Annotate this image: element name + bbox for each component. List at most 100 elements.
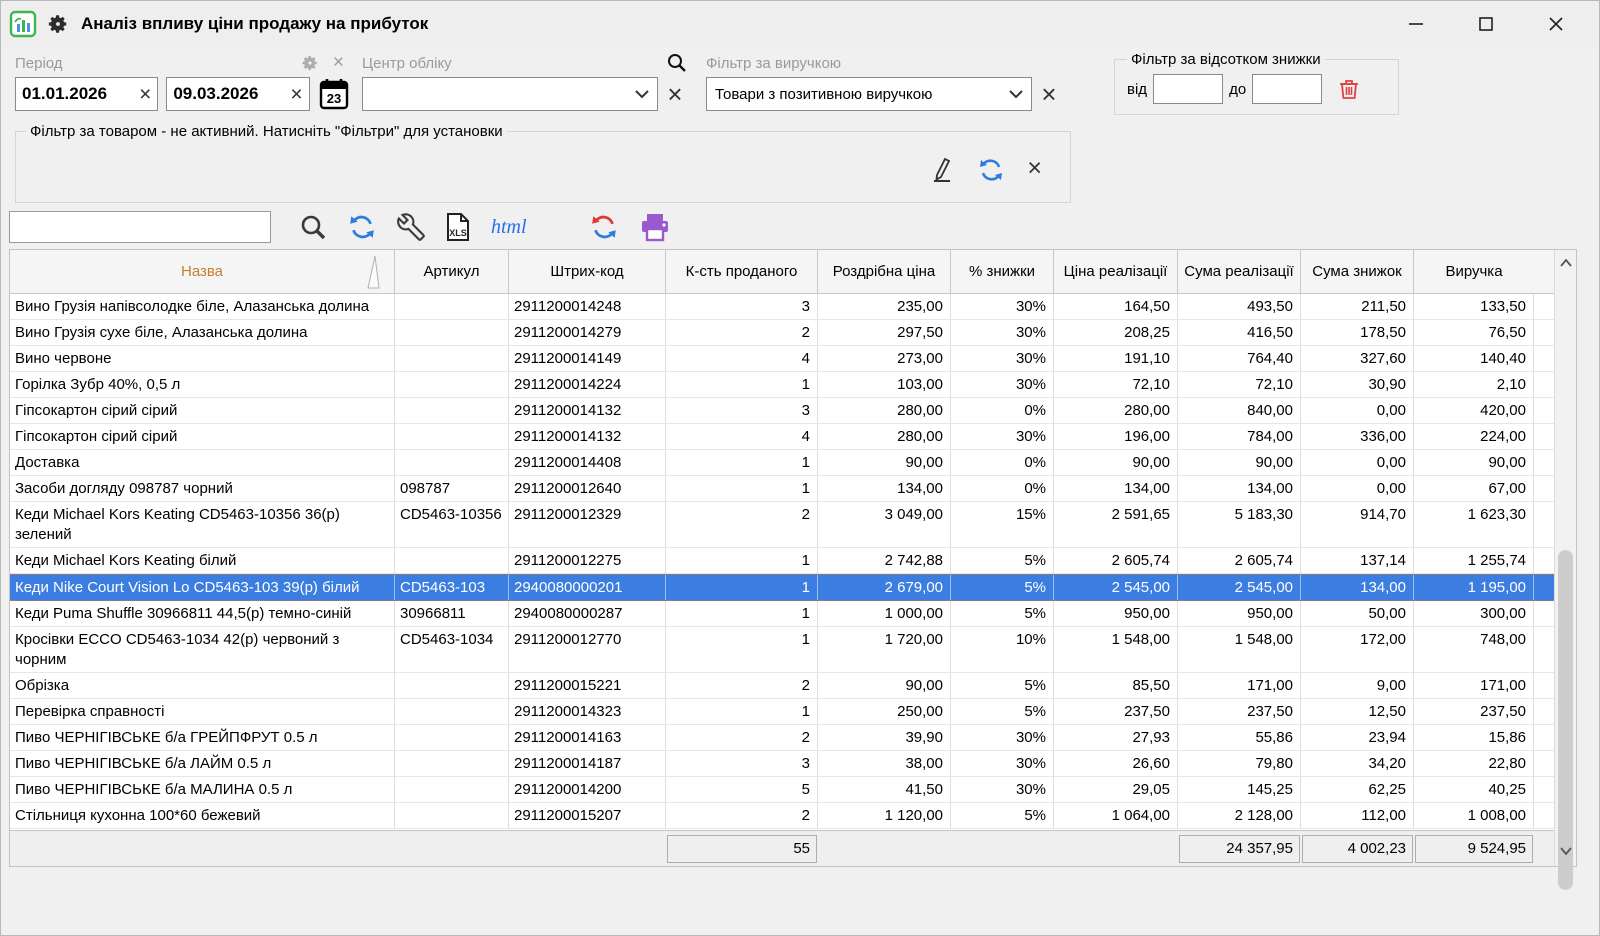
cell: 30% (951, 751, 1054, 776)
cell: 250,00 (818, 699, 951, 724)
cell: 2940080000287 (509, 601, 666, 626)
wrench-settings-icon[interactable] (397, 213, 425, 241)
column-header-barcode[interactable]: Штрих-код (509, 250, 666, 293)
cell: 0% (951, 450, 1054, 475)
column-header-sale-sum[interactable]: Сума реалізації (1178, 250, 1301, 293)
table-row[interactable]: Пиво ЧЕРНІГІВСЬКЕ б/а ЛАЙМ 0.5 л29112000… (10, 751, 1556, 777)
column-header-discount-pct[interactable]: % знижки (951, 250, 1054, 293)
cell: 2 (666, 803, 818, 828)
accounting-center-clear-icon[interactable]: × (658, 81, 692, 107)
maximize-button[interactable] (1451, 4, 1521, 44)
minimize-button[interactable] (1381, 4, 1451, 44)
revenue-filter-clear-icon[interactable]: × (1032, 81, 1066, 107)
cell: Обрізка (10, 673, 395, 698)
period-clear-icon[interactable]: × (333, 52, 344, 74)
edit-pencil-icon[interactable] (929, 156, 955, 184)
grid-body: Вино Грузія напівсолодке біле, Алазанськ… (10, 294, 1556, 829)
export-xls-icon[interactable]: XLS (445, 212, 471, 242)
date-from-clear-icon[interactable]: × (139, 84, 151, 105)
calendar-icon: 23 (319, 78, 349, 110)
column-header-qty[interactable]: К-сть проданого (666, 250, 818, 293)
cell: Кеди Michael Kors Keating білий (10, 548, 395, 573)
cell: 30966811 (395, 601, 509, 626)
cell: 72,10 (1178, 372, 1301, 397)
table-row[interactable]: Гіпсокартон сірий сірий29112000141323280… (10, 398, 1556, 424)
cell: 29,05 (1054, 777, 1178, 802)
cell: 098787 (395, 476, 509, 501)
table-row[interactable]: Вино червоне29112000141494273,0030%191,1… (10, 346, 1556, 372)
cell: Гіпсокартон сірий сірий (10, 424, 395, 449)
grid-header: Назва Артикул Штрих-код К-сть проданого … (10, 250, 1556, 294)
cell: 840,00 (1178, 398, 1301, 423)
cell: 2911200012640 (509, 476, 666, 501)
cell: 2 605,74 (1054, 548, 1178, 573)
column-header-retail-price[interactable]: Роздрібна ціна (818, 250, 951, 293)
cell: 297,50 (818, 320, 951, 345)
table-row[interactable]: Пиво ЧЕРНІГІВСЬКЕ б/а ГРЕЙПФРУТ 0.5 л291… (10, 725, 1556, 751)
cell: 748,00 (1414, 627, 1534, 672)
page-title: Аналіз впливу ціни продажу на прибуток (81, 14, 428, 34)
table-row[interactable]: Засоби догляду 098787 чорний098787291120… (10, 476, 1556, 502)
cell: 41,50 (818, 777, 951, 802)
table-row[interactable]: Кеди Nike Court Vision Lo CD5463-103 39(… (10, 574, 1556, 601)
app-logo-icon (9, 10, 37, 38)
cell: 76,50 (1414, 320, 1534, 345)
cell: 5% (951, 699, 1054, 724)
cell: 55,86 (1178, 725, 1301, 750)
table-row[interactable]: Кросівки ECCO CD5463-1034 42(р) червоний… (10, 627, 1556, 673)
scroll-up-arrow[interactable] (1555, 252, 1577, 274)
table-row[interactable]: Горілка Зубр 40%, 0,5 л29112000142241103… (10, 372, 1556, 398)
column-header-revenue[interactable]: Виручка (1414, 250, 1534, 293)
date-to-field[interactable]: 09.03.2026 × (166, 77, 309, 111)
trash-icon[interactable] (1338, 77, 1360, 101)
table-row[interactable]: Перевірка справності29112000143231250,00… (10, 699, 1556, 725)
table-row[interactable]: Кеди Michael Kors Keating CD5463-10356 3… (10, 502, 1556, 548)
cell (395, 372, 509, 397)
calendar-button[interactable]: 23 (318, 77, 350, 111)
table-row[interactable]: Пиво ЧЕРНІГІВСЬКЕ б/а МАЛИНА 0.5 л291120… (10, 777, 1556, 803)
period-settings-gear-icon[interactable] (301, 54, 319, 72)
export-html-icon[interactable]: html (491, 216, 527, 239)
column-header-discount-sum[interactable]: Сума знижок (1301, 250, 1414, 293)
print-icon[interactable] (639, 212, 671, 242)
cell: 62,25 (1301, 777, 1414, 802)
table-row[interactable]: Доставка2911200014408190,000%90,0090,000… (10, 450, 1556, 476)
discount-from-input[interactable] (1153, 74, 1223, 104)
close-button[interactable] (1521, 4, 1591, 44)
date-from-field[interactable]: 01.01.2026 × (15, 77, 158, 111)
cell: 30,90 (1301, 372, 1414, 397)
scroll-down-arrow[interactable] (1555, 840, 1577, 862)
column-header-sale-price[interactable]: Ціна реалізації (1054, 250, 1178, 293)
cell: CD5463-103 (395, 575, 509, 600)
total-revenue: 9 524,95 (1415, 835, 1533, 863)
cell: 5% (951, 548, 1054, 573)
revenue-filter-select[interactable]: Товари з позитивною виручкою (706, 77, 1032, 111)
refresh-icon[interactable] (977, 156, 1005, 184)
discount-to-label: до (1229, 81, 1246, 98)
table-row[interactable]: Вино Грузія напівсолодке біле, Алазанськ… (10, 294, 1556, 320)
table-row[interactable]: Гіпсокартон сірий сірий29112000141324280… (10, 424, 1556, 450)
refresh-icon[interactable] (347, 212, 377, 242)
search-icon[interactable] (299, 213, 327, 241)
refresh-report-icon[interactable] (589, 212, 619, 242)
search-input[interactable] (9, 211, 271, 243)
vertical-scrollbar[interactable] (1554, 250, 1576, 866)
column-header-article[interactable]: Артикул (395, 250, 509, 293)
date-to-clear-icon[interactable]: × (290, 84, 302, 105)
cell: 22,80 (1414, 751, 1534, 776)
filter-panel: Період × 01.01.2026 × 09.03.2026 × (1, 47, 1599, 121)
table-row[interactable]: Обрізка2911200015221290,005%85,50171,009… (10, 673, 1556, 699)
table-row[interactable]: Стільниця кухонна 100*60 бежевий29112000… (10, 803, 1556, 829)
settings-gear-icon[interactable] (47, 13, 69, 35)
discount-to-input[interactable] (1252, 74, 1322, 104)
table-row[interactable]: Кеди Michael Kors Keating білий291120001… (10, 548, 1556, 574)
column-header-name[interactable]: Назва (10, 250, 395, 293)
table-row[interactable]: Вино Грузія сухе біле, Алазанська долина… (10, 320, 1556, 346)
cell: 134,00 (1301, 575, 1414, 600)
scrollbar-thumb[interactable] (1558, 550, 1573, 890)
accounting-center-select[interactable] (362, 77, 658, 111)
cell: Вино Грузія напівсолодке біле, Алазанськ… (10, 294, 395, 319)
product-filter-clear-icon[interactable]: × (1027, 156, 1042, 184)
table-row[interactable]: Кеди Puma Shuffle 30966811 44,5(р) темно… (10, 601, 1556, 627)
center-search-icon[interactable] (666, 52, 688, 74)
